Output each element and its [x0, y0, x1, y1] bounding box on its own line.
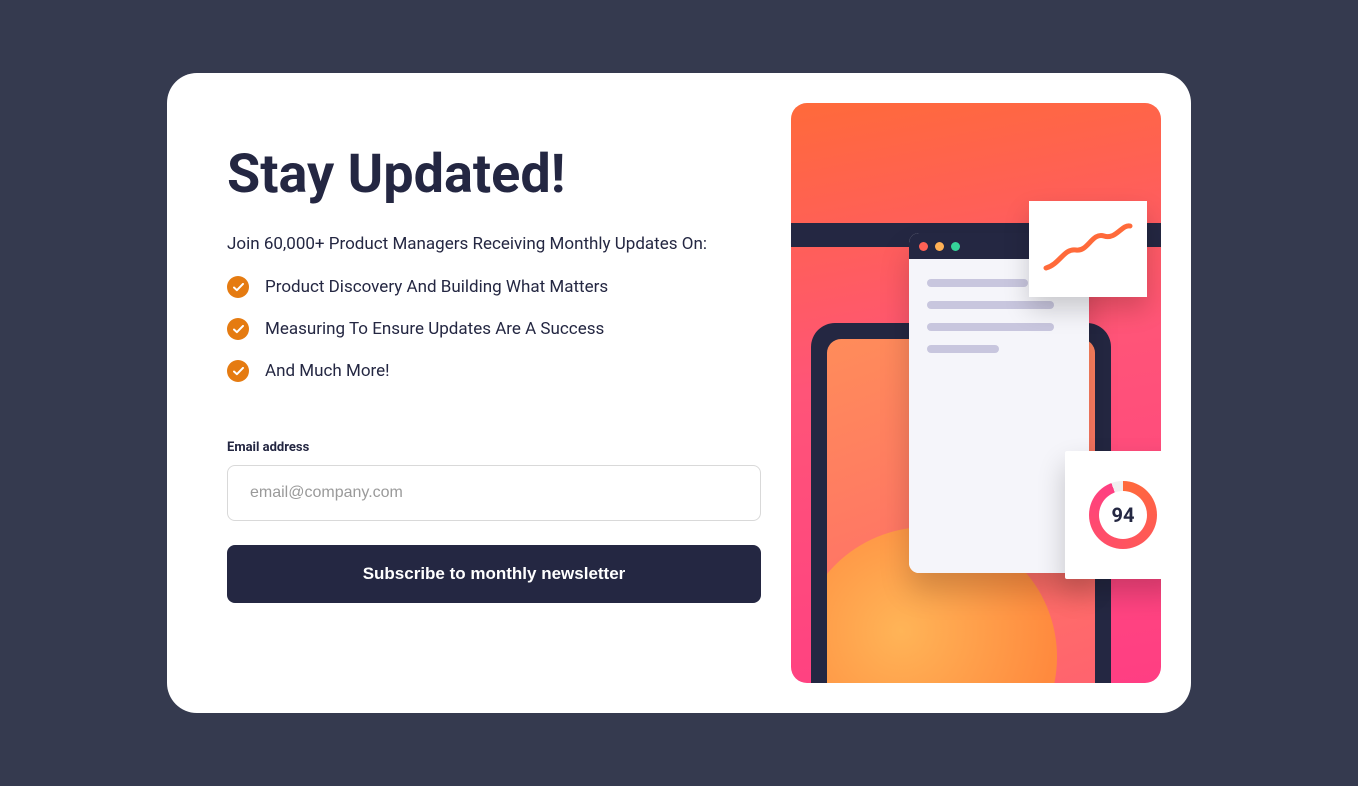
text-line-graphic: [927, 301, 1054, 309]
email-field[interactable]: [227, 465, 761, 521]
check-icon: [227, 360, 249, 382]
feature-text: And Much More!: [265, 361, 390, 381]
text-line-graphic: [927, 279, 1028, 287]
check-icon: [227, 276, 249, 298]
illustration-panel: 94: [791, 103, 1161, 683]
text-line-graphic: [927, 345, 999, 353]
feature-item: And Much More!: [227, 360, 761, 382]
subscribe-button[interactable]: Subscribe to monthly newsletter: [227, 545, 761, 603]
trend-line-icon: [1042, 220, 1134, 278]
window-max-dot-icon: [951, 242, 960, 251]
browser-body: [909, 259, 1089, 573]
check-icon: [227, 318, 249, 340]
feature-list: Product Discovery And Building What Matt…: [227, 276, 761, 402]
feature-text: Measuring To Ensure Updates Are A Succes…: [265, 319, 604, 339]
score-ring-icon: 94: [1089, 481, 1157, 549]
email-label: Email address: [227, 440, 761, 455]
text-line-graphic: [927, 323, 1054, 331]
score-value: 94: [1099, 491, 1147, 539]
feature-item: Product Discovery And Building What Matt…: [227, 276, 761, 298]
page-title: Stay Updated!: [227, 143, 761, 206]
window-close-dot-icon: [919, 242, 928, 251]
signup-card: Stay Updated! Join 60,000+ Product Manag…: [167, 73, 1191, 713]
form-panel: Stay Updated! Join 60,000+ Product Manag…: [197, 103, 761, 683]
feature-text: Product Discovery And Building What Matt…: [265, 277, 608, 297]
feature-item: Measuring To Ensure Updates Are A Succes…: [227, 318, 761, 340]
subtitle-text: Join 60,000+ Product Managers Receiving …: [227, 234, 761, 254]
score-card-graphic: 94: [1065, 451, 1161, 579]
chart-card-graphic: [1029, 201, 1147, 297]
window-min-dot-icon: [935, 242, 944, 251]
